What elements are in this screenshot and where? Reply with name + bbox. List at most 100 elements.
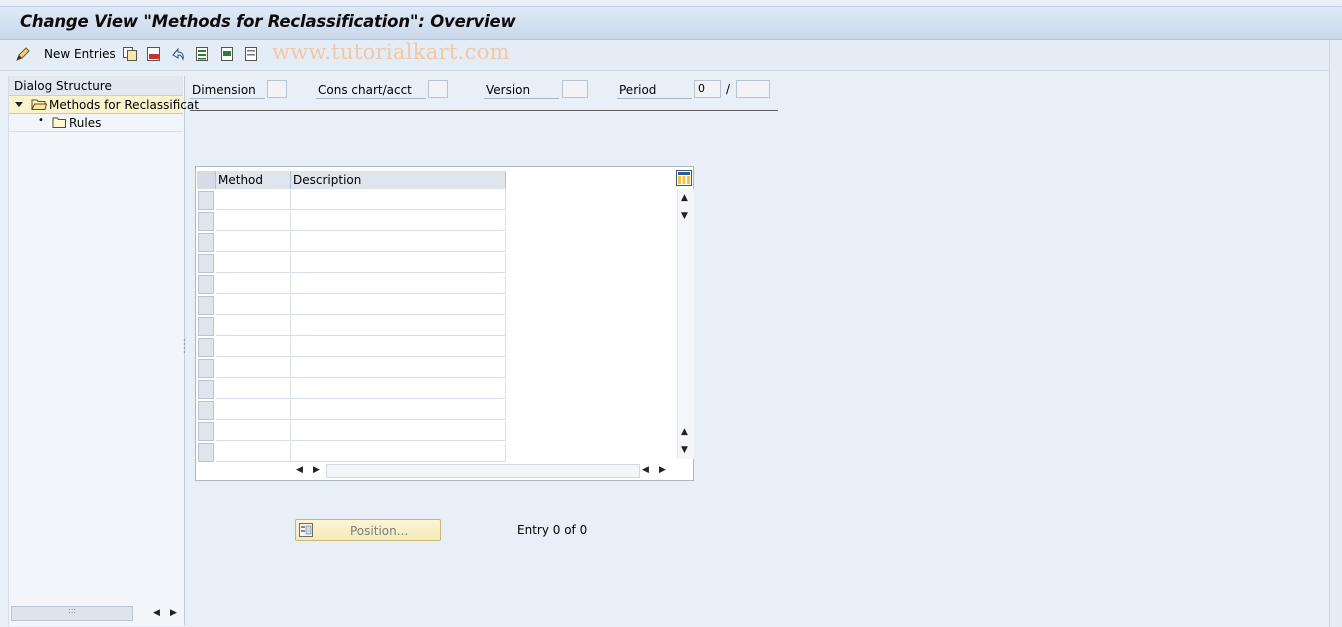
column-scroll-right-icon[interactable]: ▶ bbox=[313, 465, 320, 475]
fiscal-year-field[interactable] bbox=[736, 80, 770, 98]
row-selector[interactable] bbox=[198, 275, 214, 294]
row-selector[interactable] bbox=[198, 296, 214, 315]
position-button[interactable]: Position... bbox=[295, 519, 441, 541]
select-block-icon[interactable] bbox=[219, 46, 235, 62]
header-separator bbox=[190, 110, 778, 111]
label-underline bbox=[484, 98, 559, 99]
description-cell[interactable] bbox=[291, 316, 506, 336]
version-field[interactable] bbox=[562, 80, 588, 98]
method-cell[interactable] bbox=[216, 253, 291, 273]
version-label: Version bbox=[486, 83, 531, 97]
scroll-down-icon[interactable]: ▼ bbox=[681, 211, 688, 221]
tree-horizontal-scrollbar[interactable]: ::: bbox=[11, 606, 133, 621]
copy-icon[interactable] bbox=[122, 46, 138, 62]
method-cell[interactable] bbox=[216, 358, 291, 378]
row-selector[interactable] bbox=[198, 380, 214, 399]
label-underline bbox=[190, 98, 265, 99]
scroll-left-icon[interactable]: ◀ bbox=[642, 465, 649, 475]
method-cell[interactable] bbox=[216, 316, 291, 336]
method-cell[interactable] bbox=[216, 421, 291, 441]
tree-item-methods[interactable]: Methods for Reclassificat bbox=[9, 96, 199, 114]
column-header-description[interactable]: Description bbox=[291, 171, 506, 189]
description-cell[interactable] bbox=[291, 379, 506, 399]
description-cell[interactable] bbox=[291, 358, 506, 378]
description-cell[interactable] bbox=[291, 421, 506, 441]
row-selector[interactable] bbox=[198, 191, 214, 210]
row-selector[interactable] bbox=[198, 359, 214, 378]
description-cell[interactable] bbox=[291, 253, 506, 273]
description-cell[interactable] bbox=[291, 190, 506, 210]
dimension-field[interactable] bbox=[267, 80, 287, 98]
table-vertical-scrollbar[interactable]: ▲ ▼ ▲ ▼ bbox=[677, 189, 694, 459]
scroll-page-up-icon[interactable]: ▲ bbox=[681, 427, 688, 437]
scroll-right-icon[interactable]: ▶ bbox=[170, 608, 177, 618]
pane-splitter[interactable] bbox=[183, 338, 186, 356]
table-horizontal-scrollbar[interactable] bbox=[326, 464, 640, 478]
undo-icon[interactable] bbox=[170, 46, 186, 62]
dialog-structure-header: Dialog Structure bbox=[9, 76, 183, 96]
table-settings-icon[interactable] bbox=[676, 170, 692, 186]
pen-icon[interactable] bbox=[15, 46, 31, 62]
column-scroll-left-icon[interactable]: ◀ bbox=[296, 465, 303, 475]
row-selector[interactable] bbox=[198, 317, 214, 336]
position-button-label: Position... bbox=[350, 524, 409, 538]
position-icon bbox=[299, 523, 313, 537]
window-vertical-scrollbar[interactable] bbox=[1329, 40, 1342, 627]
dialog-structure-title: Dialog Structure bbox=[14, 79, 112, 93]
description-cell[interactable] bbox=[291, 211, 506, 231]
method-cell[interactable] bbox=[216, 442, 291, 462]
tree-item-label[interactable]: Rules bbox=[69, 116, 101, 130]
description-cell[interactable] bbox=[291, 337, 506, 357]
page-title: Change View "Methods for Reclassificatio… bbox=[20, 12, 516, 31]
description-cell[interactable] bbox=[291, 232, 506, 252]
cons-chart-label: Cons chart/acct bbox=[318, 83, 412, 97]
row-selector[interactable] bbox=[198, 254, 214, 273]
method-cell[interactable] bbox=[216, 274, 291, 294]
description-cell[interactable] bbox=[291, 400, 506, 420]
row-selector[interactable] bbox=[198, 422, 214, 441]
period-field[interactable]: 0 bbox=[694, 80, 721, 98]
grip-icon: ::: bbox=[68, 606, 77, 615]
cons-chart-field[interactable] bbox=[428, 80, 448, 98]
delete-icon[interactable] bbox=[146, 46, 162, 62]
title-bar: Change View "Methods for Reclassificatio… bbox=[0, 6, 1342, 40]
application-toolbar: New Entries www.tutorialkart.com bbox=[0, 40, 1342, 71]
description-cell[interactable] bbox=[291, 274, 506, 294]
row-selector[interactable] bbox=[198, 443, 214, 462]
new-entries-button[interactable]: New Entries bbox=[44, 47, 116, 61]
tree-item-label[interactable]: Methods for Reclassificat bbox=[49, 98, 199, 112]
period-separator: / bbox=[726, 82, 731, 96]
method-cell[interactable] bbox=[216, 211, 291, 231]
scroll-right-icon[interactable]: ▶ bbox=[659, 465, 666, 475]
folder-icon bbox=[52, 117, 66, 128]
bullet-icon: • bbox=[38, 115, 44, 126]
scroll-left-icon[interactable]: ◀ bbox=[153, 608, 160, 618]
method-cell[interactable] bbox=[216, 337, 291, 357]
deselect-all-icon[interactable] bbox=[243, 46, 259, 62]
description-cell[interactable] bbox=[291, 295, 506, 315]
label-underline bbox=[316, 98, 426, 99]
scroll-page-down-icon[interactable]: ▼ bbox=[681, 445, 688, 455]
row-selector[interactable] bbox=[198, 233, 214, 252]
method-cell[interactable] bbox=[216, 379, 291, 399]
column-header-method[interactable]: Method bbox=[216, 171, 291, 189]
method-cell[interactable] bbox=[216, 400, 291, 420]
open-folder-icon bbox=[31, 99, 47, 110]
select-all-rows-button[interactable] bbox=[197, 171, 216, 189]
expand-triangle-icon[interactable] bbox=[15, 100, 24, 109]
dimension-label: Dimension bbox=[192, 83, 256, 97]
scroll-up-icon[interactable]: ▲ bbox=[681, 193, 688, 203]
row-selector[interactable] bbox=[198, 338, 214, 357]
select-all-icon[interactable] bbox=[194, 46, 210, 62]
row-selector[interactable] bbox=[198, 212, 214, 231]
column-header-label: Description bbox=[293, 173, 362, 187]
methods-table: Method Description ▲ ▼ ▲ ▼ ◀ ▶ ◀ ▶ bbox=[195, 166, 694, 481]
period-label: Period bbox=[619, 83, 657, 97]
method-cell[interactable] bbox=[216, 232, 291, 252]
row-selector[interactable] bbox=[198, 401, 214, 420]
tree-item-rules[interactable]: • Rules bbox=[9, 114, 183, 132]
description-cell[interactable] bbox=[291, 442, 506, 462]
method-cell[interactable] bbox=[216, 295, 291, 315]
label-underline bbox=[617, 98, 692, 99]
method-cell[interactable] bbox=[216, 190, 291, 210]
